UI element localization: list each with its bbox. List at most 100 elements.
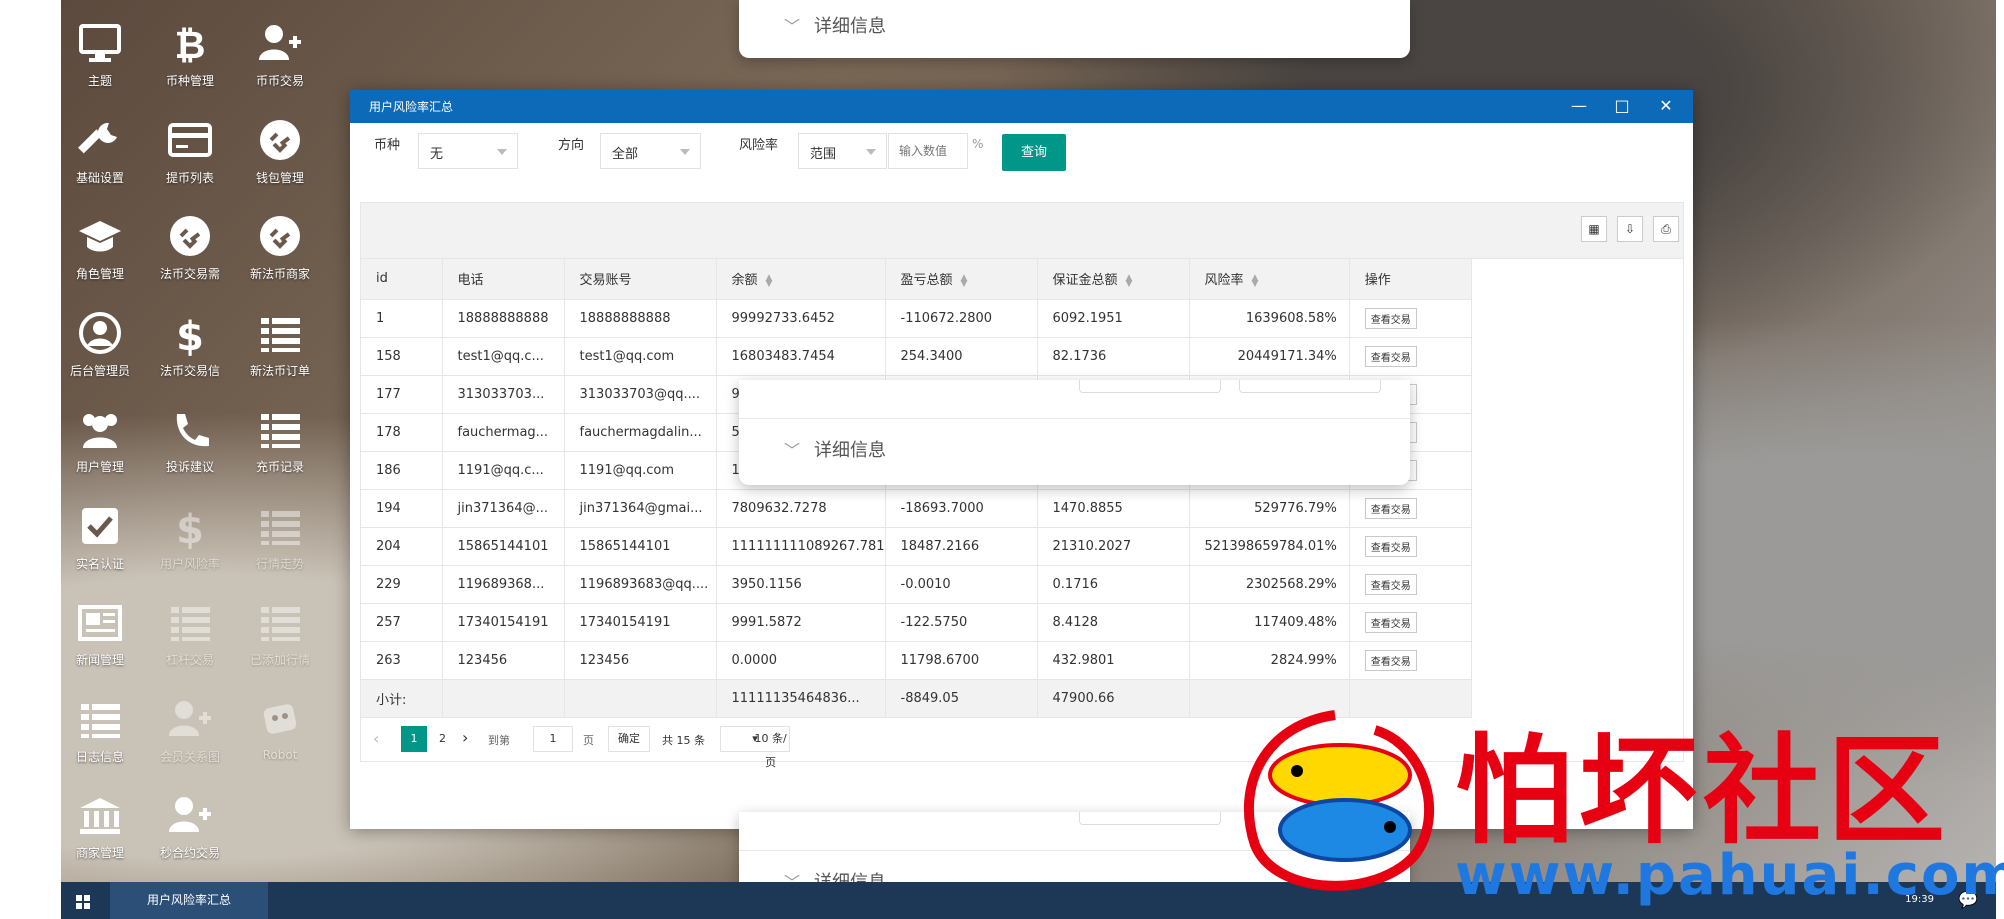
- view-trades-button[interactable]: 查看交易: [1364, 649, 1417, 671]
- details-toggle[interactable]: ﹀详细信息: [784, 436, 886, 462]
- prev-page-icon[interactable]: ‹: [373, 729, 379, 748]
- cell-id: 204: [361, 527, 443, 566]
- desktop-icon-add-user[interactable]: 会员关系图: [148, 682, 232, 772]
- print-icon[interactable]: ⎙: [1653, 216, 1679, 242]
- desktop-icon-dollar[interactable]: $ 用户风险率: [148, 489, 232, 579]
- desktop-icon-graduation-cap[interactable]: 角色管理: [58, 199, 142, 289]
- cell-pnl: 254.3400: [885, 337, 1038, 376]
- col-balance[interactable]: 余额 ▲ ▼: [716, 259, 886, 300]
- risk-value-input[interactable]: [888, 133, 968, 169]
- cell-pnl: -110672.2800: [885, 299, 1038, 338]
- bank-icon: [80, 798, 120, 834]
- desktop-icon-add-user[interactable]: 币币交易: [238, 6, 322, 96]
- query-button[interactable]: 查询: [1002, 134, 1066, 171]
- desktop-icon-list[interactable]: 行情走势: [238, 489, 322, 579]
- col-margin[interactable]: 保证金总额 ▲ ▼: [1037, 259, 1190, 300]
- cell-balance: 111111111089267.781: [716, 527, 886, 566]
- desktop-icon-newspaper[interactable]: 新闻管理: [58, 585, 142, 675]
- page-unit: 页: [583, 734, 594, 747]
- desktop-icon-list[interactable]: 日志信息: [58, 682, 142, 772]
- desktop-icon-user-circle[interactable]: 后台管理员: [58, 296, 142, 386]
- close-button[interactable]: ✕: [1651, 93, 1681, 119]
- windows-start-icon[interactable]: [76, 894, 90, 909]
- cell-action: 查看交易: [1349, 489, 1472, 528]
- minimize-button[interactable]: —: [1564, 93, 1594, 119]
- next-page-icon[interactable]: ›: [462, 728, 468, 747]
- cell-risk: 1639608.58%: [1189, 299, 1350, 338]
- col-pnl[interactable]: 盈亏总额 ▲ ▼: [885, 259, 1038, 300]
- cell-risk: 2824.99%: [1189, 641, 1350, 680]
- desktop-icon-monitor[interactable]: 主题: [58, 6, 142, 96]
- page-1-button[interactable]: 1: [401, 726, 427, 752]
- cell-risk: 2302568.29%: [1189, 565, 1350, 604]
- cell-margin: 432.9801: [1037, 641, 1190, 680]
- desktop-icon-bank[interactable]: 商家管理: [58, 778, 142, 868]
- desktop-icon-link[interactable]: 新法币商家: [238, 199, 322, 289]
- details-card-middle: ﹀ 详细信息: [739, 380, 1410, 485]
- currency-select[interactable]: 无: [418, 133, 518, 169]
- desktop-icon-dollar[interactable]: $ 法币交易信: [148, 296, 232, 386]
- risk-table: id 电话 交易账号 余额 ▲ ▼ 盈亏总额 ▲ ▼ 保证金总额 ▲ ▼ 风险率 ▲ ▼ 操作 …: [361, 259, 1472, 718]
- maximize-button[interactable]: □: [1607, 93, 1637, 119]
- desktop-icon-checkbox[interactable]: 实名认证: [58, 489, 142, 579]
- col-id: id: [361, 259, 443, 300]
- desktop-icon-list[interactable]: 充币记录: [238, 392, 322, 482]
- taskbar-item-risk-summary[interactable]: 用户风险率汇总: [110, 882, 268, 919]
- risk-range-select[interactable]: 范围: [798, 133, 887, 169]
- desktop-icon-list[interactable]: 新法币订单: [238, 296, 322, 386]
- per-page-select[interactable]: 10 条/页 ▾: [720, 726, 790, 769]
- direction-select[interactable]: 全部: [600, 133, 701, 169]
- view-trades-button[interactable]: 查看交易: [1364, 611, 1417, 633]
- cell-action: 查看交易: [1349, 641, 1472, 680]
- desktop-icon-label: 角色管理: [75, 267, 124, 281]
- goto-confirm-button[interactable]: 确定: [608, 726, 650, 752]
- cell-balance: 7809632.7278: [716, 489, 886, 528]
- bitcoin-icon: ₿: [175, 23, 206, 66]
- details-toggle[interactable]: ﹀详细信息: [784, 12, 886, 38]
- desktop-icon-list[interactable]: 已添加行情: [238, 585, 322, 675]
- desktop-icon-label: 会员关系图: [159, 749, 220, 764]
- cell-id: 158: [361, 337, 443, 376]
- cell-action: 查看交易: [1349, 565, 1472, 604]
- desktop-icon-phone[interactable]: 投诉建议: [148, 392, 232, 482]
- desktop-icon-bitcoin[interactable]: ₿ 币种管理: [148, 6, 232, 96]
- desktop-icon-add-user[interactable]: 秒合约交易: [148, 778, 232, 868]
- col-risk[interactable]: 风险率 ▲ ▼: [1189, 259, 1350, 300]
- window-titlebar[interactable]: 用户风险率汇总 — □ ✕: [350, 90, 1693, 123]
- sort-icon[interactable]: ▲ ▼: [1126, 273, 1133, 288]
- desktop-icon-link[interactable]: 钱包管理: [238, 103, 322, 193]
- direction-label: 方向: [558, 138, 585, 153]
- desktop-icon-wrench[interactable]: 基础设置: [58, 103, 142, 193]
- sort-icon[interactable]: ▲ ▼: [961, 273, 968, 288]
- cell-action: 查看交易: [1349, 603, 1472, 642]
- view-trades-button[interactable]: 查看交易: [1364, 497, 1417, 519]
- phone-icon: [176, 414, 209, 447]
- table-row: 263 123456 123456 0.0000 11798.6700 432.9801 2…: [361, 641, 1472, 680]
- watermark-text: 怕坏社区: [1455, 721, 1952, 860]
- cell-id: 177: [361, 375, 443, 414]
- desktop-icon-users[interactable]: 用户管理: [58, 392, 142, 482]
- desktop-icon-label: 行情走势: [255, 556, 304, 571]
- export-icon[interactable]: ⇩: [1617, 216, 1643, 242]
- desktop-icon-card[interactable]: 提币列表: [148, 103, 232, 193]
- user-circle-icon: [79, 311, 121, 354]
- desktop-icon-robot[interactable]: Robot: [238, 682, 322, 772]
- cell-account: jin371364@gmai...: [564, 489, 717, 528]
- table-row: 204 15865144101 15865144101 111111111089267…: [361, 527, 1472, 566]
- view-trades-button[interactable]: 查看交易: [1364, 345, 1417, 367]
- view-trades-button[interactable]: 查看交易: [1364, 573, 1417, 595]
- goto-page-input[interactable]: 1: [533, 726, 573, 752]
- graduation-cap-icon: [79, 221, 121, 252]
- sort-icon[interactable]: ▲ ▼: [766, 273, 773, 288]
- cell-phone: 119689368...: [442, 565, 565, 604]
- add-user-icon: [259, 25, 301, 60]
- desktop-icon-list[interactable]: 杠杆交易: [148, 585, 232, 675]
- cell-pnl: -122.5750: [885, 603, 1038, 642]
- svg-text:$: $: [176, 314, 204, 356]
- view-trades-button[interactable]: 查看交易: [1364, 307, 1417, 329]
- view-trades-button[interactable]: 查看交易: [1364, 535, 1417, 557]
- sort-icon[interactable]: ▲ ▼: [1252, 273, 1259, 288]
- columns-filter-icon[interactable]: ▦: [1581, 216, 1607, 242]
- page-2-button[interactable]: 2: [439, 732, 446, 745]
- desktop-icon-link[interactable]: 法币交易需: [148, 199, 232, 289]
